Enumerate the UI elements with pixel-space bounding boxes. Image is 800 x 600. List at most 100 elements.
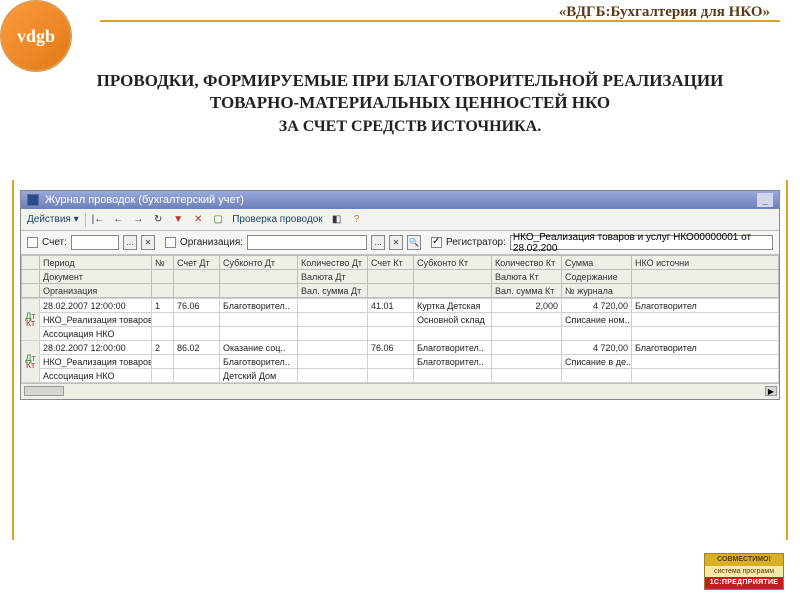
cell: Основной склад: [414, 313, 492, 327]
cell: Благотворител..: [220, 355, 298, 369]
badge-mid: система программ: [705, 566, 783, 578]
cell: [174, 327, 220, 341]
org-checkbox[interactable]: [165, 237, 176, 248]
cell: [174, 313, 220, 327]
table-row[interactable]: НКО_Реализация товаров..Основной складСп…: [22, 313, 779, 327]
cell: [220, 327, 298, 341]
badge-bot: 1С:ПРЕДПРИЯТИЕ: [705, 577, 783, 589]
cell: Оказание соц..: [220, 341, 298, 355]
account-label: Счет:: [42, 237, 67, 248]
badge-top: СОВМЕСТИМО!: [705, 554, 783, 566]
cell: [492, 369, 562, 383]
hdr-qty-dt[interactable]: Количество Дт: [298, 256, 368, 270]
cell: [368, 327, 414, 341]
cell: Благотворител: [632, 299, 779, 313]
registrar-checkbox[interactable]: [431, 237, 442, 248]
table-row[interactable]: Ассоциация НКО: [22, 327, 779, 341]
hdr-qty-kt[interactable]: Количество Кт: [492, 256, 562, 270]
nav-next-icon[interactable]: →: [130, 212, 146, 228]
cell: [152, 313, 174, 327]
table-row[interactable]: Ассоциация НКО Детский Дом: [22, 369, 779, 383]
doc-icon[interactable]: ▢: [210, 212, 226, 228]
cell: [174, 355, 220, 369]
org-clear-button[interactable]: ✕: [389, 235, 403, 250]
cell: [632, 355, 779, 369]
cell: [298, 299, 368, 313]
misc-icon[interactable]: ◧: [329, 212, 345, 228]
org-field[interactable]: [247, 235, 367, 250]
hdr-acct-kt[interactable]: Счет Кт: [368, 256, 414, 270]
divider-top: [100, 20, 780, 22]
account-checkbox[interactable]: [27, 237, 38, 248]
hdr-sub-dt[interactable]: Субконто Дт: [220, 256, 298, 270]
cell: [632, 327, 779, 341]
cell: [562, 327, 632, 341]
cell: 76.06: [174, 299, 220, 313]
hdr-period[interactable]: Период: [40, 256, 152, 270]
cell: Благотворител..: [414, 355, 492, 369]
table-row[interactable]: ДтКт28.02.2007 12:00:00176.06Благотворит…: [22, 299, 779, 313]
nav-prev-icon[interactable]: ←: [110, 212, 126, 228]
cell: [298, 369, 368, 383]
cell: Ассоциация НКО: [40, 369, 152, 383]
filter-bar: Счет: … ✕ Организация: … ✕ 🔍 Регистратор…: [21, 231, 779, 255]
org-search-button[interactable]: 🔍: [407, 235, 421, 250]
divider-left: [12, 180, 14, 540]
cell: [298, 327, 368, 341]
actions-menu[interactable]: Действия ▾: [25, 212, 81, 228]
hdr-src[interactable]: НКО источни: [632, 256, 779, 270]
cell: [220, 313, 298, 327]
cell: 76.06: [368, 341, 414, 355]
cell: Благотворител..: [220, 299, 298, 313]
nav-first-icon[interactable]: |←: [90, 212, 107, 228]
brand-title: «ВДГБ:Бухгалтерия для НКО»: [559, 4, 770, 21]
org-picker-button[interactable]: …: [371, 235, 385, 250]
cell: 28.02.2007 12:00:00: [40, 341, 152, 355]
cell: [414, 369, 492, 383]
cell: [174, 369, 220, 383]
account-picker-button[interactable]: …: [123, 235, 137, 250]
check-entries-button[interactable]: Проверка проводок: [230, 212, 324, 228]
cell: Благотворител..: [414, 341, 492, 355]
cell: НКО_Реализация товаров..: [40, 355, 152, 369]
cell: 2,000: [492, 299, 562, 313]
headline-line2: ЗА СЧЕТ СРЕДСТВ ИСТОЧНИКА.: [60, 118, 760, 136]
minimize-button[interactable]: _: [757, 193, 773, 207]
hdr-sum[interactable]: Сумма: [562, 256, 632, 270]
filter-clear-icon[interactable]: ✕: [190, 212, 206, 228]
window-icon: [27, 194, 39, 206]
row-marker-icon: ДтКт: [22, 299, 40, 341]
entries-grid: Период № Счет Дт Субконто Дт Количество …: [21, 255, 779, 399]
scrollbar-thumb[interactable]: [24, 386, 64, 396]
cell: 4 720,00: [562, 299, 632, 313]
window-title: Журнал проводок (бухгалтерский учет): [45, 194, 244, 206]
filter-icon[interactable]: ▼: [170, 212, 186, 228]
cell: Куртка Детская: [414, 299, 492, 313]
cell: [492, 341, 562, 355]
hdr-margin[interactable]: [22, 256, 40, 270]
table-row[interactable]: ДтКт28.02.2007 12:00:00286.02Оказание со…: [22, 341, 779, 355]
cell: 4 720,00: [562, 341, 632, 355]
cell: Детский Дом: [220, 369, 298, 383]
hdr-acct-dt[interactable]: Счет Дт: [174, 256, 220, 270]
header-row-3: Организация Вал. сумма Дт Вал. сумма Кт …: [22, 284, 779, 298]
cell: [298, 341, 368, 355]
window-titlebar: Журнал проводок (бухгалтерский учет) _: [21, 191, 779, 209]
hdr-sub-kt[interactable]: Субконто Кт: [414, 256, 492, 270]
cell: Списание в де..: [562, 355, 632, 369]
cell: 86.02: [174, 341, 220, 355]
h-scrollbar[interactable]: ▶: [21, 383, 779, 399]
scrollbar-right-arrow[interactable]: ▶: [765, 386, 777, 396]
cell: Списание ном..: [562, 313, 632, 327]
account-clear-button[interactable]: ✕: [141, 235, 155, 250]
refresh-icon[interactable]: ↻: [150, 212, 166, 228]
compatibility-badge: СОВМЕСТИМО! система программ 1С:ПРЕДПРИЯ…: [704, 553, 784, 590]
account-field[interactable]: [71, 235, 119, 250]
grid-header: Период № Счет Дт Субконто Дт Количество …: [21, 255, 779, 298]
registrar-field[interactable]: НКО_Реализация товаров и услуг НКО000000…: [510, 235, 773, 250]
cell: [632, 313, 779, 327]
toolbar: Действия ▾ |← ← → ↻ ▼ ✕ ▢ Проверка прово…: [21, 209, 779, 231]
help-icon[interactable]: ?: [349, 212, 365, 228]
table-row[interactable]: НКО_Реализация товаров.. Благотворител.. Б…: [22, 355, 779, 369]
hdr-num[interactable]: №: [152, 256, 174, 270]
